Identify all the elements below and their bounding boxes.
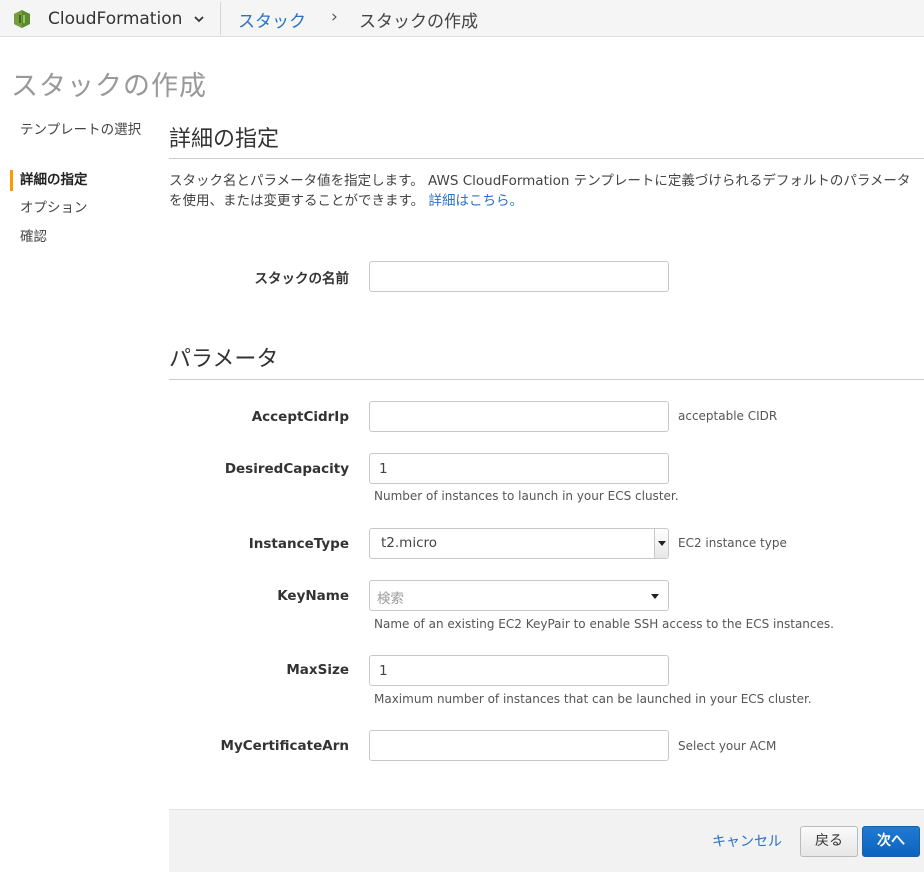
accept-cidr-hint: acceptable CIDR — [678, 409, 778, 423]
service-name: CloudFormation — [48, 8, 183, 29]
nav-divider — [220, 2, 221, 35]
breadcrumb-stacks-link[interactable]: スタック — [238, 7, 306, 32]
desired-capacity-input[interactable] — [369, 453, 669, 484]
step-select-template[interactable]: テンプレートの選択 — [10, 120, 144, 141]
parameters-divider — [169, 379, 924, 380]
breadcrumb-current: スタックの作成 — [359, 12, 478, 32]
max-size-input[interactable] — [369, 655, 669, 686]
top-nav: CloudFormation スタック › スタックの作成 — [0, 0, 924, 37]
stack-name-label: スタックの名前 — [254, 271, 350, 287]
details-title: 詳細の指定 — [169, 127, 280, 152]
key-name-label: KeyName — [277, 588, 349, 604]
step-options[interactable]: オプション — [10, 198, 88, 219]
key-name-hint: Name of an existing EC2 KeyPair to enabl… — [374, 617, 834, 631]
accept-cidr-input[interactable] — [369, 401, 669, 432]
caret-down-icon — [651, 594, 659, 599]
my-certificate-arn-input[interactable] — [369, 730, 669, 761]
key-name-select[interactable]: 検索 — [369, 580, 669, 611]
service-menu[interactable]: CloudFormation — [14, 0, 205, 37]
my-certificate-arn-hint: Select your ACM — [678, 739, 777, 753]
page-title: スタックの作成 — [11, 71, 207, 102]
instance-type-select[interactable]: t2.micro — [369, 528, 669, 559]
step-review[interactable]: 確認 — [10, 227, 47, 248]
instance-type-value: t2.micro — [381, 535, 438, 551]
accept-cidr-label: AcceptCidrIp — [251, 409, 349, 425]
instance-type-label: InstanceType — [248, 536, 349, 552]
instance-type-hint: EC2 instance type — [678, 536, 787, 550]
parameters-title: パラメータ — [169, 347, 279, 372]
description-line-1: スタック名とパラメータ値を指定します。 AWS CloudFormation テ… — [169, 173, 911, 189]
cloudformation-logo-icon — [14, 9, 30, 28]
description-line-2-text: を使用、または変更することができます。 — [169, 193, 425, 209]
instance-type-dropdown-toggle[interactable] — [654, 529, 668, 558]
desired-capacity-hint: Number of instances to launch in your EC… — [374, 489, 679, 503]
cancel-button[interactable]: キャンセル — [712, 831, 782, 851]
caret-down-icon — [658, 541, 666, 546]
description-line-2: を使用、または変更することができます。 詳細はこちら。 — [169, 191, 924, 211]
step-specify-details[interactable]: 詳細の指定 — [10, 170, 88, 191]
wizard-footer: キャンセル 戻る 次へ — [169, 809, 924, 872]
details-divider — [169, 158, 924, 159]
details-description: スタック名とパラメータ値を指定します。 AWS CloudFormation テ… — [169, 171, 924, 211]
desired-capacity-label: DesiredCapacity — [224, 461, 349, 477]
stack-name-input[interactable] — [369, 261, 669, 292]
breadcrumb-separator: › — [331, 7, 338, 27]
max-size-hint: Maximum number of instances that can be … — [374, 692, 812, 706]
learn-more-link[interactable]: 詳細はこちら。 — [428, 193, 523, 209]
chevron-down-icon — [194, 15, 205, 22]
max-size-label: MaxSize — [286, 662, 349, 678]
key-name-placeholder: 検索 — [377, 591, 404, 607]
my-certificate-arn-label: MyCertificateArn — [220, 738, 349, 754]
next-button[interactable]: 次へ — [862, 826, 920, 857]
back-button[interactable]: 戻る — [800, 826, 858, 857]
